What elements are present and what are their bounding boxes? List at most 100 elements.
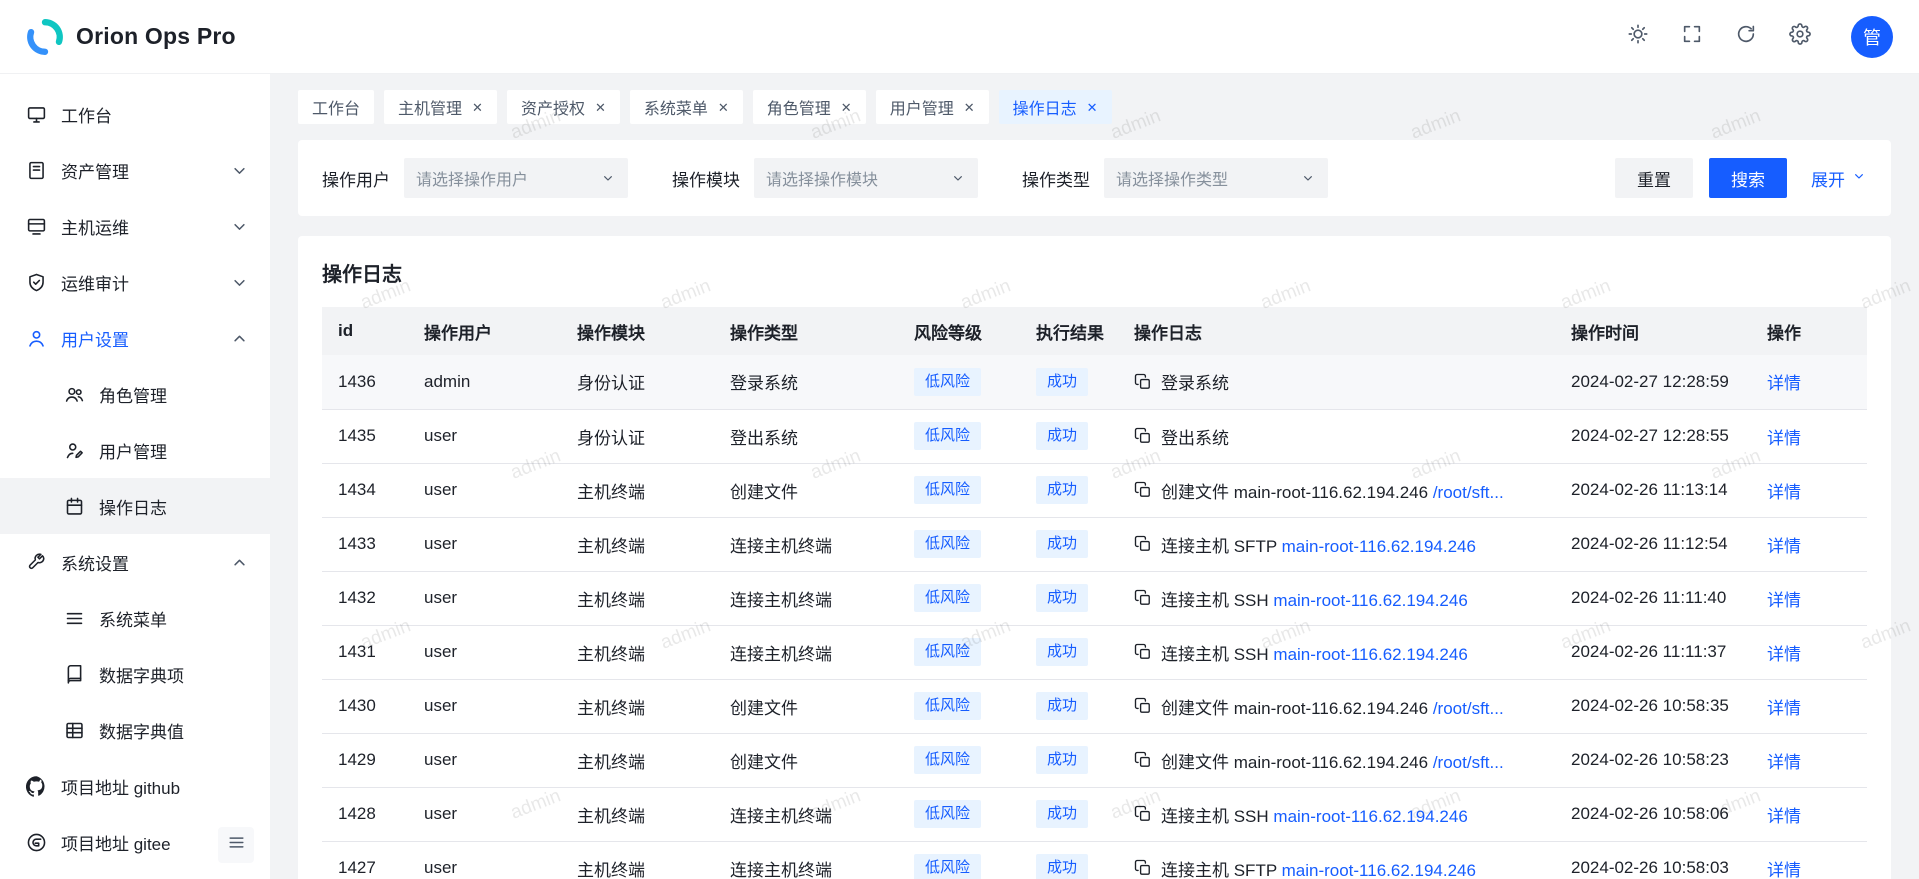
log-cell: 创建文件 main-root-116.62.194.246 /root/sft.… xyxy=(1118,733,1555,787)
sidebar-item-host-ops[interactable]: 主机运维 xyxy=(0,198,270,254)
log-card: 操作日志 id操作用户操作模块操作类型风险等级执行结果操作日志操作时间操作 14… xyxy=(298,236,1891,879)
module-cell: 主机终端 xyxy=(561,787,714,841)
fullscreen-button[interactable] xyxy=(1671,16,1713,58)
type-cell: 创建文件 xyxy=(714,733,898,787)
result-cell: 成功 xyxy=(1020,517,1118,571)
table-row-1430[interactable]: 1430user主机终端创建文件低风险成功创建文件 main-root-116.… xyxy=(322,679,1867,733)
tab-close-icon[interactable]: ✕ xyxy=(472,101,483,114)
detail-link[interactable]: 详情 xyxy=(1767,753,1801,772)
sidebar-item-ops-audit[interactable]: 运维审计 xyxy=(0,254,270,310)
result-badge: 成功 xyxy=(1036,638,1088,667)
tab-close-icon[interactable]: ✕ xyxy=(964,101,975,114)
copy-icon[interactable] xyxy=(1134,697,1152,715)
tab-label: 资产授权 xyxy=(521,95,585,119)
chevron-down-icon xyxy=(950,170,966,186)
tab-role-management[interactable]: 角色管理✕ xyxy=(753,90,866,124)
risk-cell: 低风险 xyxy=(898,463,1020,517)
sidebar-item-dict-item[interactable]: 数据字典项 xyxy=(0,646,270,702)
sidebar-item-workbench[interactable]: 工作台 xyxy=(0,86,270,142)
tab-close-icon[interactable]: ✕ xyxy=(841,101,852,114)
system-icon xyxy=(26,552,47,573)
detail-link[interactable]: 详情 xyxy=(1767,537,1801,556)
sidebar-item-role-management[interactable]: 角色管理 xyxy=(0,366,270,422)
table-row-1431[interactable]: 1431user主机终端连接主机终端低风险成功连接主机 SSH main-roo… xyxy=(322,625,1867,679)
sidebar-item-operation-log[interactable]: 操作日志 xyxy=(0,478,270,534)
table-row-1432[interactable]: 1432user主机终端连接主机终端低风险成功连接主机 SSH main-roo… xyxy=(322,571,1867,625)
settings-button[interactable] xyxy=(1779,16,1821,58)
log-cell: 连接主机 SSH main-root-116.62.194.246 xyxy=(1118,625,1555,679)
tab-close-icon[interactable]: ✕ xyxy=(1087,101,1098,114)
log-text: 创建文件 main-root-116.62.194.246 /root/sft.… xyxy=(1161,694,1504,719)
table-row-1435[interactable]: 1435user身份认证登出系统低风险成功登出系统2024-02-27 12:2… xyxy=(322,409,1867,463)
action-cell: 详情 xyxy=(1751,463,1867,517)
operate-type-select[interactable]: 请选择操作类型 xyxy=(1104,158,1328,198)
detail-link[interactable]: 详情 xyxy=(1767,699,1801,718)
sidebar-collapse-button[interactable] xyxy=(218,827,254,863)
table-row-1428[interactable]: 1428user主机终端连接主机终端低风险成功连接主机 SSH main-roo… xyxy=(322,787,1867,841)
detail-link[interactable]: 详情 xyxy=(1767,429,1801,448)
log-cell: 创建文件 main-root-116.62.194.246 /root/sft.… xyxy=(1118,463,1555,517)
log-link[interactable]: /root/sft... xyxy=(1433,483,1504,502)
detail-link[interactable]: 详情 xyxy=(1767,591,1801,610)
operate-module-select[interactable]: 请选择操作模块 xyxy=(754,158,978,198)
user-avatar[interactable]: 管 xyxy=(1851,16,1893,58)
sidebar-item-github[interactable]: 项目地址 github xyxy=(0,758,270,814)
expand-button[interactable]: 展开 xyxy=(1811,166,1867,191)
table-row-1427[interactable]: 1427user主机终端连接主机终端低风险成功连接主机 SFTP main-ro… xyxy=(322,841,1867,879)
id-cell: 1430 xyxy=(322,679,408,733)
copy-icon[interactable] xyxy=(1134,643,1152,661)
user-cell: admin xyxy=(408,355,561,409)
sidebar-item-dict-value[interactable]: 数据字典值 xyxy=(0,702,270,758)
theme-toggle-button[interactable] xyxy=(1617,16,1659,58)
log-link[interactable]: /root/sft... xyxy=(1433,753,1504,772)
tab-host-management[interactable]: 主机管理✕ xyxy=(384,90,497,124)
copy-icon[interactable] xyxy=(1134,859,1152,877)
table-row-1433[interactable]: 1433user主机终端连接主机终端低风险成功连接主机 SFTP main-ro… xyxy=(322,517,1867,571)
log-link[interactable]: main-root-116.62.194.246 xyxy=(1282,861,1476,879)
tab-bar: 工作台主机管理✕资产授权✕系统菜单✕角色管理✕用户管理✕操作日志✕ xyxy=(270,74,1919,124)
reset-button[interactable]: 重置 xyxy=(1615,158,1693,198)
copy-icon[interactable] xyxy=(1134,751,1152,769)
tab-user-management[interactable]: 用户管理✕ xyxy=(876,90,989,124)
detail-link[interactable]: 详情 xyxy=(1767,645,1801,664)
copy-icon[interactable] xyxy=(1134,805,1152,823)
tab-close-icon[interactable]: ✕ xyxy=(718,101,729,114)
tab-workbench[interactable]: 工作台 xyxy=(298,90,374,124)
id-cell: 1433 xyxy=(322,517,408,571)
app-logo[interactable]: Orion Ops Pro xyxy=(26,18,236,56)
sidebar-item-system-menu[interactable]: 系统菜单 xyxy=(0,590,270,646)
logo-icon xyxy=(26,18,64,56)
log-link[interactable]: main-root-116.62.194.246 xyxy=(1273,645,1467,664)
table-row-1434[interactable]: 1434user主机终端创建文件低风险成功创建文件 main-root-116.… xyxy=(322,463,1867,517)
tab-close-icon[interactable]: ✕ xyxy=(595,101,606,114)
copy-icon[interactable] xyxy=(1134,481,1152,499)
log-link[interactable]: main-root-116.62.194.246 xyxy=(1273,807,1467,826)
tab-asset-auth[interactable]: 资产授权 ✕ xyxy=(507,90,620,124)
table-row-1436[interactable]: 1436admin身份认证登录系统低风险成功登录系统2024-02-27 12:… xyxy=(322,355,1867,409)
sidebar-item-asset-management[interactable]: 资产管理 xyxy=(0,142,270,198)
copy-icon[interactable] xyxy=(1134,589,1152,607)
log-link[interactable]: /root/sft... xyxy=(1433,699,1504,718)
github-icon xyxy=(26,776,47,797)
log-link[interactable]: main-root-116.62.194.246 xyxy=(1273,591,1467,610)
search-button[interactable]: 搜索 xyxy=(1709,158,1787,198)
log-link[interactable]: main-root-116.62.194.246 xyxy=(1282,537,1476,556)
detail-link[interactable]: 详情 xyxy=(1767,483,1801,502)
operate-user-select[interactable]: 请选择操作用户 xyxy=(404,158,628,198)
detail-link[interactable]: 详情 xyxy=(1767,807,1801,826)
refresh-button[interactable] xyxy=(1725,16,1767,58)
chevron-down-icon xyxy=(600,170,616,186)
sidebar-item-user-management[interactable]: 用户管理 xyxy=(0,422,270,478)
copy-icon[interactable] xyxy=(1134,427,1152,445)
tab-operation-log[interactable]: 操作日志✕ xyxy=(999,90,1112,124)
copy-icon[interactable] xyxy=(1134,373,1152,391)
filter-label: 操作用户 xyxy=(322,166,390,191)
tab-system-menu[interactable]: 系统菜单✕ xyxy=(630,90,743,124)
sidebar-item-system-settings[interactable]: 系统设置 xyxy=(0,534,270,590)
table-row-1429[interactable]: 1429user主机终端创建文件低风险成功创建文件 main-root-116.… xyxy=(322,733,1867,787)
copy-icon[interactable] xyxy=(1134,535,1152,553)
result-badge: 成功 xyxy=(1036,800,1088,829)
sidebar-item-user-settings[interactable]: 用户设置 xyxy=(0,310,270,366)
detail-link[interactable]: 详情 xyxy=(1767,861,1801,879)
detail-link[interactable]: 详情 xyxy=(1767,374,1801,393)
